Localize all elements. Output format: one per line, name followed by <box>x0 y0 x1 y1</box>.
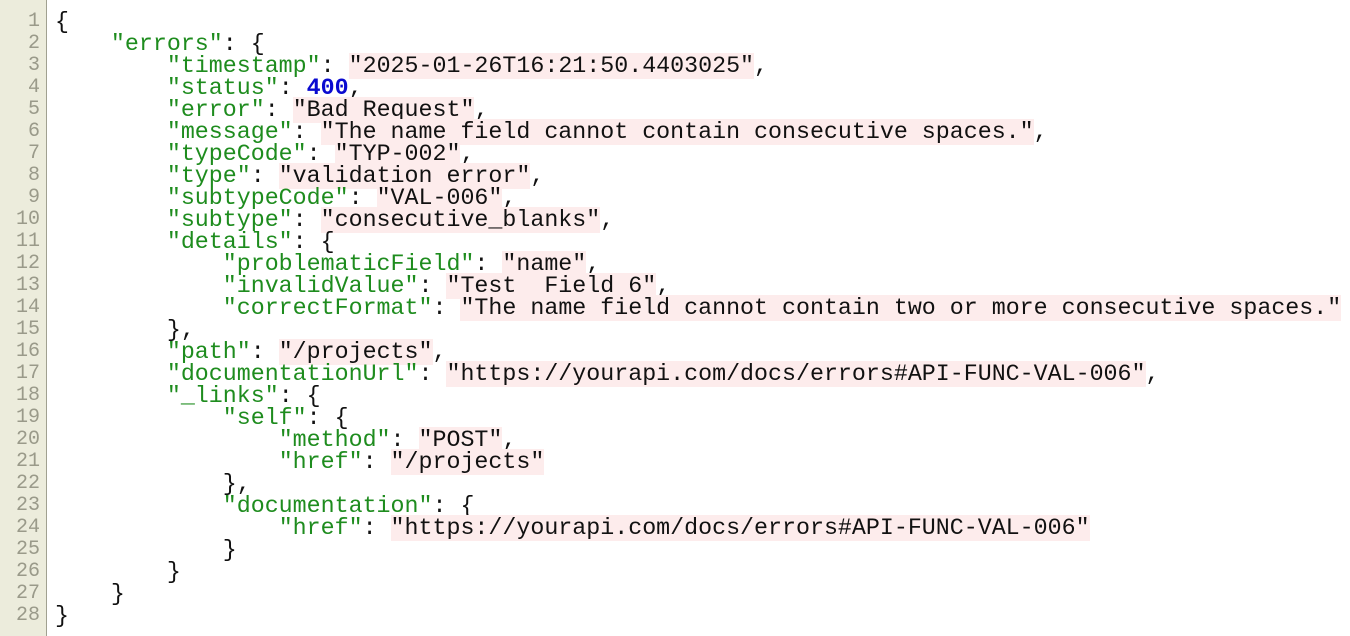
line-number: 4 <box>27 76 40 99</box>
code-line[interactable]: "status": 400, <box>55 76 1350 99</box>
line-number: 17 <box>15 362 40 385</box>
code-line[interactable]: "error": "Bad Request", <box>55 97 1350 123</box>
line-number: 9 <box>27 186 40 209</box>
code-line[interactable]: "method": "POST", <box>55 427 1350 453</box>
json-punctuation: } <box>222 537 237 563</box>
code-line[interactable]: "details": { <box>55 230 1350 253</box>
line-number: 28 <box>15 604 40 627</box>
json-punctuation: } <box>110 581 125 607</box>
code-line[interactable]: "subtypeCode": "VAL-006", <box>55 185 1350 211</box>
line-number: 7 <box>27 142 40 165</box>
code-line[interactable]: } <box>55 537 1350 563</box>
line-number: 27 <box>15 582 40 605</box>
code-line[interactable]: } <box>55 581 1350 607</box>
line-number: 24 <box>15 516 40 539</box>
line-number: 5 <box>27 98 40 121</box>
json-key: "href" <box>278 449 363 475</box>
code-line[interactable]: "self": { <box>55 406 1350 429</box>
code-line[interactable]: "errors": { <box>55 32 1350 55</box>
code-line[interactable]: "href": "/projects" <box>55 449 1350 475</box>
json-punctuation: : <box>362 449 391 475</box>
code-line[interactable]: }, <box>55 472 1350 495</box>
code-line[interactable]: "type": "validation error", <box>55 163 1350 189</box>
line-number: 6 <box>27 120 40 143</box>
code-line[interactable]: "subtype": "consecutive_blanks", <box>55 207 1350 233</box>
line-number: 2 <box>27 32 40 55</box>
code-line[interactable]: } <box>55 603 1350 629</box>
line-number: 13 <box>15 274 40 297</box>
json-key: "href" <box>278 515 363 541</box>
line-number: 26 <box>15 560 40 583</box>
json-punctuation: : <box>362 515 391 541</box>
code-line[interactable]: }, <box>55 318 1350 341</box>
line-number: 11 <box>15 230 40 253</box>
code-line[interactable]: { <box>55 10 1350 33</box>
line-number: 1 <box>27 10 40 33</box>
code-line[interactable]: } <box>55 559 1350 585</box>
code-line[interactable]: "message": "The name field cannot contai… <box>55 119 1350 145</box>
json-punctuation: , <box>1033 119 1048 145</box>
json-string-value: "https://yourapi.com/docs/errors#API-FUN… <box>390 515 1090 541</box>
json-string-value: "2025-01-26T16:21:50.4403025" <box>348 53 755 79</box>
json-key: "correctFormat" <box>222 295 433 321</box>
json-punctuation: , <box>530 163 545 189</box>
line-number: 12 <box>15 252 40 275</box>
json-punctuation: } <box>166 559 181 585</box>
code-editor[interactable]: { "errors": { "timestamp": "2025-01-26T1… <box>55 10 1350 629</box>
line-number: 19 <box>15 406 40 429</box>
json-punctuation: } <box>55 603 69 629</box>
line-number: 10 <box>15 208 40 231</box>
json-string-value: "consecutive_blanks" <box>320 207 601 233</box>
json-string-value: "https://yourapi.com/docs/errors#API-FUN… <box>446 361 1146 387</box>
line-number: 21 <box>15 450 40 473</box>
line-number: 15 <box>15 318 40 341</box>
code-line[interactable]: "documentationUrl": "https://yourapi.com… <box>55 361 1350 387</box>
code-line[interactable]: "correctFormat": "The name field cannot … <box>55 295 1350 321</box>
json-punctuation: , <box>754 53 769 79</box>
line-number: 3 <box>27 54 40 77</box>
line-number: 14 <box>15 296 40 319</box>
json-string-value: "The name field cannot contain two or mo… <box>460 295 1342 321</box>
line-number: 8 <box>27 164 40 187</box>
code-line[interactable]: "typeCode": "TYP-002", <box>55 141 1350 167</box>
code-line[interactable]: "href": "https://yourapi.com/docs/errors… <box>55 515 1350 541</box>
code-line[interactable]: "invalidValue": "Test Field 6", <box>55 273 1350 299</box>
line-number: 20 <box>15 428 40 451</box>
code-line[interactable]: "_links": { <box>55 384 1350 407</box>
json-punctuation: : <box>432 295 461 321</box>
code-line[interactable]: "documentation": { <box>55 494 1350 517</box>
json-string-value: "/projects" <box>390 449 545 475</box>
code-line[interactable]: "problematicField": "name", <box>55 251 1350 277</box>
line-number: 23 <box>15 494 40 517</box>
code-line[interactable]: "path": "/projects", <box>55 339 1350 365</box>
json-punctuation: , <box>600 207 615 233</box>
code-line[interactable]: "timestamp": "2025-01-26T16:21:50.440302… <box>55 53 1350 79</box>
line-number-gutter: 1 2 3 4 5 6 7 8 9 10 11 12 13 14 15 16 17 18 19 20 21 22 23 24 2… <box>0 0 47 636</box>
json-punctuation: , <box>1145 361 1160 387</box>
line-number: 22 <box>15 472 40 495</box>
line-number: 25 <box>15 538 40 561</box>
line-number: 16 <box>15 340 40 363</box>
json-punctuation: : <box>418 361 447 387</box>
line-number: 18 <box>15 384 40 407</box>
